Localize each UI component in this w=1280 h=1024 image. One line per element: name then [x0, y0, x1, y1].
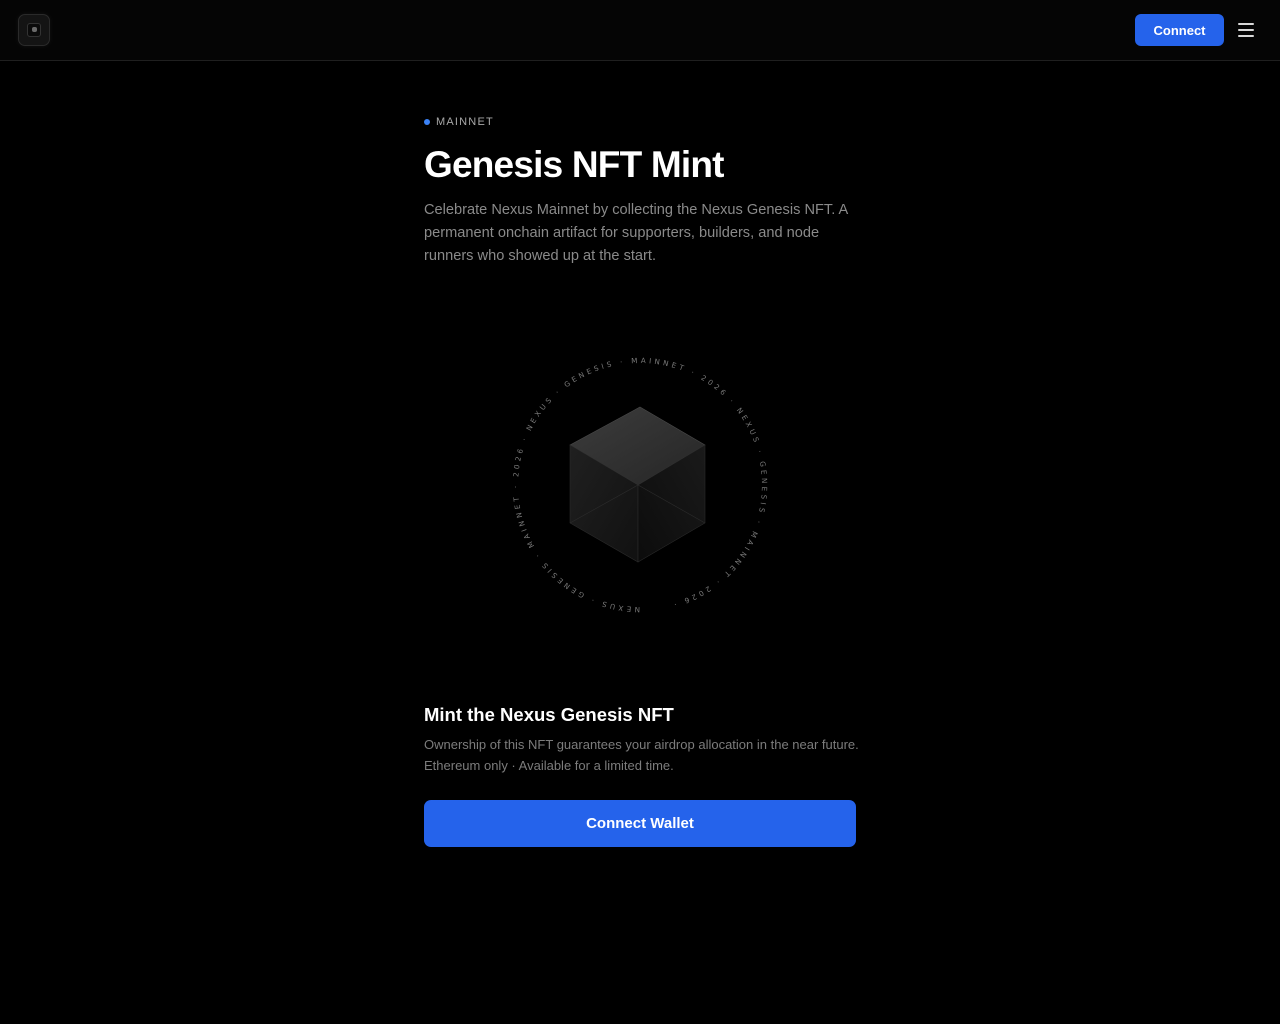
network-status-dot	[424, 119, 430, 125]
network-label: MAINNET	[436, 116, 494, 128]
intro-description: Celebrate Nexus Mainnet by collecting th…	[424, 202, 848, 264]
top-navigation-bar: Connect	[0, 0, 1280, 61]
logo-inner-square	[27, 23, 41, 37]
nft-artwork: NEXUS · GENESIS · MAINNET · 2026 · NEXUS…	[490, 337, 790, 632]
mint-title: Mint the Nexus Genesis NFT	[424, 704, 674, 725]
nft-artwork-svg: NEXUS · GENESIS · MAINNET · 2026 · NEXUS…	[511, 356, 766, 614]
mint-description: Ownership of this NFT guarantees your ai…	[424, 737, 859, 773]
nexus-logo-icon[interactable]	[18, 14, 50, 46]
logo-dot	[32, 27, 37, 32]
hexagonal-cube-icon	[569, 406, 706, 563]
network-tag: MAINNET	[424, 115, 494, 129]
hamburger-menu-icon[interactable]	[1237, 21, 1255, 39]
page-title: Genesis NFT Mint	[424, 144, 724, 185]
connect-wallet-button[interactable]: Connect Wallet	[424, 800, 856, 847]
connect-button[interactable]: Connect	[1135, 14, 1224, 46]
